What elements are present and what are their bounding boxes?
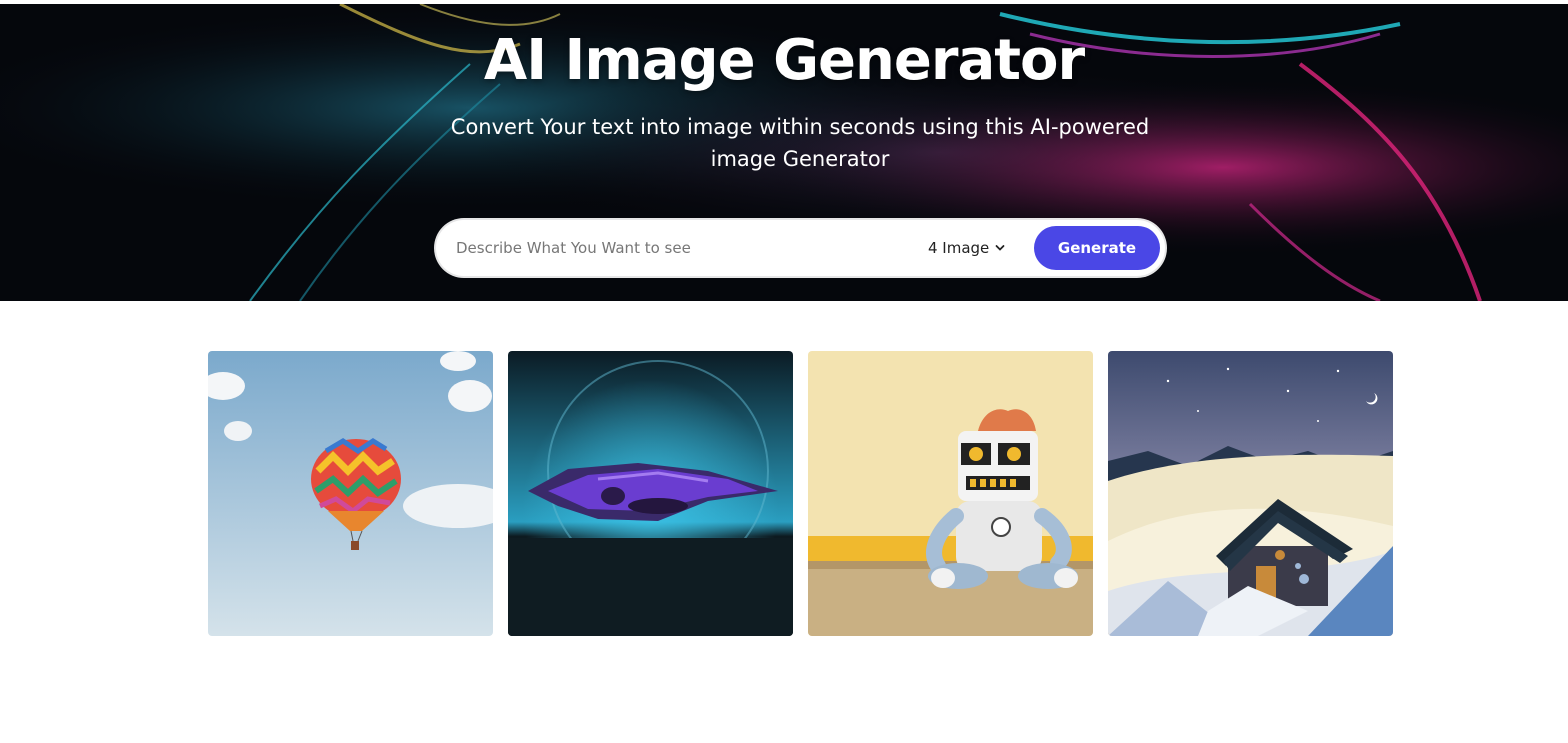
gallery-item[interactable] (808, 351, 1093, 636)
hero-banner: AI Image Generator Convert Your text int… (0, 4, 1568, 301)
prompt-input[interactable] (456, 230, 916, 266)
image-count-dropdown[interactable]: 4 Image (928, 237, 1005, 259)
gallery-item[interactable] (508, 351, 793, 636)
gallery-item[interactable] (1108, 351, 1393, 636)
chevron-down-icon (995, 245, 1005, 251)
snowy-cabin-image (1108, 351, 1393, 636)
plush-robot-image (808, 351, 1093, 636)
generate-button[interactable]: Generate (1034, 226, 1160, 270)
prompt-search-bar: 4 Image Generate (436, 220, 1165, 276)
hot-air-balloon-image (208, 351, 493, 636)
image-gallery (208, 351, 1394, 637)
image-count-value: 4 Image (928, 239, 990, 257)
spaceship-image (508, 351, 793, 636)
page-subtitle: Convert Your text into image within seco… (450, 115, 1150, 171)
page-title: AI Image Generator (483, 28, 1085, 93)
gallery-item[interactable] (208, 351, 493, 636)
